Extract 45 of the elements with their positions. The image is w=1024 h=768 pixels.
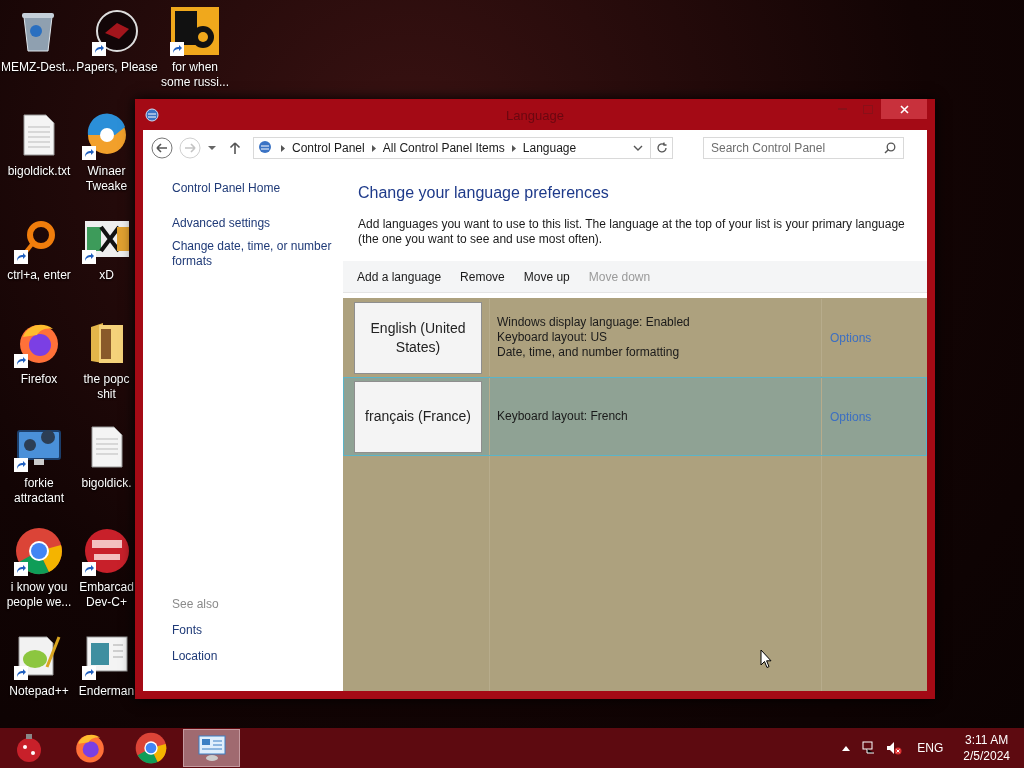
breadcrumb-item[interactable]: Language: [522, 139, 577, 157]
desktop-icon-label[interactable]: Notepad++: [9, 684, 69, 699]
language-detail: Keyboard layout: US: [497, 330, 609, 345]
desktop-icon-label[interactable]: Winaer Tweake: [78, 164, 135, 194]
breadcrumb-item[interactable]: All Control Panel Items: [382, 139, 505, 157]
desktop-icon-label[interactable]: MEMZ-Dest...: [1, 60, 75, 75]
language-row[interactable]: français (France) Keyboard layout: French Options: [343, 377, 927, 456]
language-detail: Windows display language: Enabled: [497, 315, 691, 330]
search-input[interactable]: Search Control Panel: [711, 139, 884, 157]
input-language-indicator[interactable]: ENG: [917, 739, 944, 757]
clock-time: 3:11 AM: [965, 732, 1009, 748]
language-name-button[interactable]: français (France): [354, 380, 482, 453]
description-text: Add languages you want to use to this list. The language at the top of your list is your primary language (the one you want to see and use most often).: [357, 217, 906, 247]
desktop-icon-label[interactable]: forkie attractant: [0, 476, 78, 506]
language-row[interactable]: English (United States) Windows display language: Enabled Keyboard layout: US Date, time, and number formatting Options: [343, 298, 927, 377]
desktop-icon-label[interactable]: ctrl+a, enter: [7, 268, 71, 283]
page-heading: Change your language preferences: [357, 183, 610, 203]
sidebar-link[interactable]: Advanced settings: [172, 216, 343, 231]
desktop-icon-label[interactable]: the popc shit: [78, 372, 135, 402]
sidebar-link[interactable]: Location: [172, 647, 343, 665]
desktop-icon-label[interactable]: i know you people we...: [0, 580, 78, 610]
desktop-icon-label[interactable]: bigoldick.txt: [7, 164, 71, 179]
search-field[interactable]: Search Control Panel: [703, 137, 904, 159]
clock-date: 2/5/2024: [963, 748, 1010, 764]
toolbar-button[interactable]: Move up: [523, 267, 570, 286]
language-name-button[interactable]: English (United States): [354, 301, 482, 374]
address-bar[interactable]: Control Panel All Control Panel Items Language: [253, 137, 673, 159]
desktop-icon-label[interactable]: bigoldick.: [81, 476, 132, 491]
language-detail: Date, time, and number formatting: [497, 345, 681, 360]
see-also-heading: See also: [172, 596, 220, 613]
breadcrumb-item[interactable]: Control Panel: [292, 139, 365, 157]
sidebar-link[interactable]: Fonts: [172, 621, 343, 639]
clock[interactable]: 3:11 AM 2/5/2024: [963, 732, 1010, 764]
desktop-icon-label[interactable]: for when some russi...: [157, 60, 233, 90]
window-title: Language: [506, 107, 564, 125]
desktop-icon-label[interactable]: xD: [99, 268, 114, 283]
toolbar-button[interactable]: Remove: [460, 267, 505, 286]
sidebar-link[interactable]: Control Panel Home: [172, 181, 343, 196]
toolbar-button[interactable]: Add a language: [357, 267, 442, 286]
language-detail: Keyboard layout: French: [497, 409, 629, 424]
sidebar-link[interactable]: Change date, time, or number formats: [172, 239, 343, 269]
desktop-icon-label[interactable]: Embarcad Dev-C+: [78, 580, 135, 610]
desktop-icon-label[interactable]: Papers, Please: [76, 60, 158, 75]
desktop-icon-label[interactable]: Enderman: [78, 684, 135, 699]
desktop-icon-label[interactable]: Firefox: [20, 372, 58, 387]
